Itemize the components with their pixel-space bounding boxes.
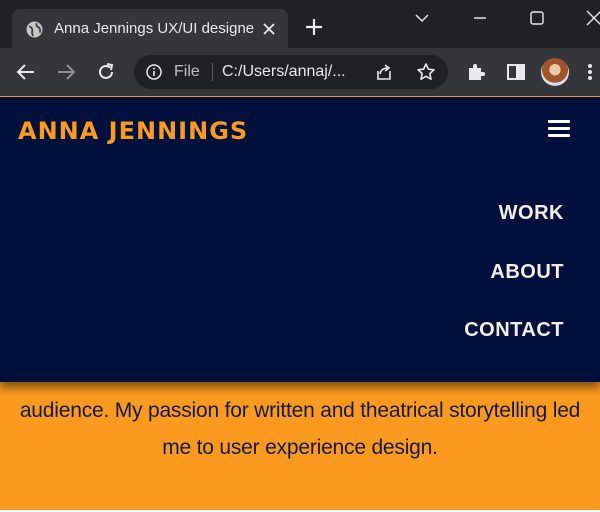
nav-link-about[interactable]: ABOUT: [490, 260, 564, 284]
new-tab-icon[interactable]: [305, 18, 323, 36]
file-scheme-label: File: [174, 63, 200, 80]
nav-link-work[interactable]: WORK: [499, 201, 564, 225]
close-tab-icon[interactable]: [262, 22, 276, 36]
forward-arrow-icon[interactable]: [56, 62, 76, 82]
profile-avatar[interactable]: [541, 58, 569, 86]
tab-title: Anna Jennings UX/UI designer: [54, 20, 254, 37]
site-logo[interactable]: ANNA JENNINGS: [18, 116, 248, 146]
maximize-icon[interactable]: [529, 10, 545, 26]
minimize-icon[interactable]: [472, 10, 488, 26]
url-text[interactable]: C:/Users/annaj/...: [222, 62, 362, 82]
browser-tab[interactable]: Anna Jennings UX/UI designer: [12, 9, 288, 48]
side-panel-icon[interactable]: [506, 62, 526, 82]
site-nav-overlay: ANNA JENNINGS WORK ABOUT CONTACT: [0, 97, 600, 382]
browser-tab-strip: Anna Jennings UX/UI designer: [0, 0, 600, 48]
more-menu-icon[interactable]: [587, 62, 593, 82]
browser-toolbar: File C:/Users/annaj/...: [0, 48, 600, 96]
share-icon[interactable]: [374, 63, 394, 81]
extensions-puzzle-icon[interactable]: [466, 62, 486, 82]
globe-icon: [26, 21, 43, 38]
tab-search-chevron-icon[interactable]: [414, 10, 430, 26]
bookmark-star-icon[interactable]: [416, 62, 436, 82]
address-bar[interactable]: File C:/Users/annaj/...: [134, 55, 448, 89]
address-separator: [212, 63, 213, 81]
about-paragraph: audience. My passion for written and the…: [19, 399, 581, 459]
nav-link-contact[interactable]: CONTACT: [464, 318, 564, 342]
back-arrow-icon[interactable]: [16, 62, 36, 82]
site-info-icon[interactable]: [146, 64, 162, 80]
close-window-icon[interactable]: [586, 10, 600, 26]
reload-icon[interactable]: [96, 62, 116, 82]
hamburger-menu-icon[interactable]: [548, 120, 570, 138]
